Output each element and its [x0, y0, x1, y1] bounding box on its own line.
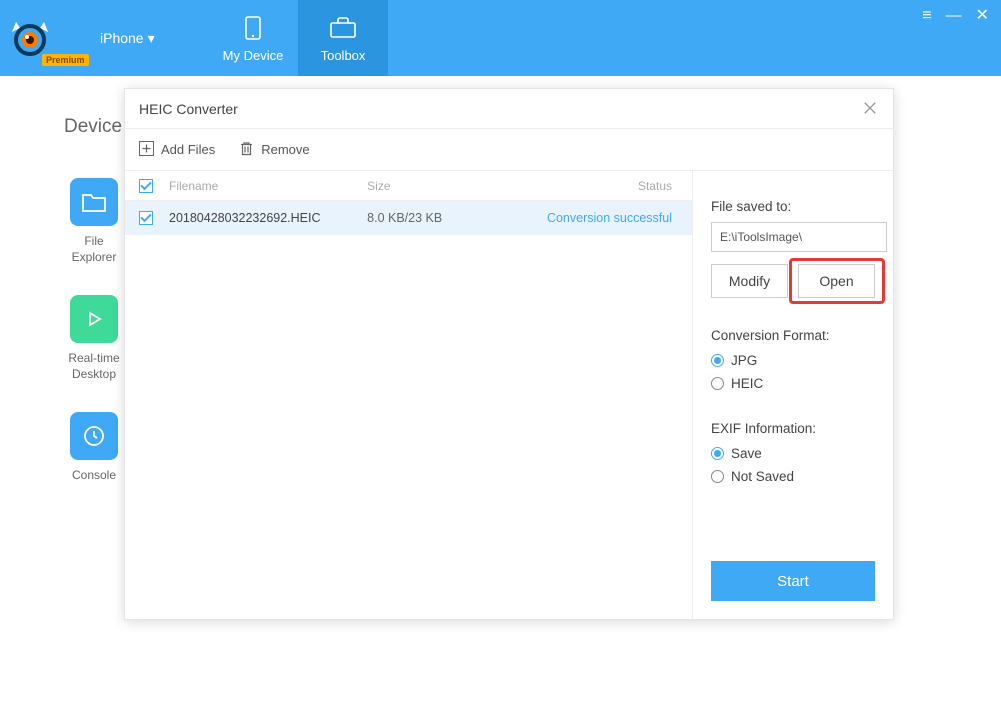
tablet-icon — [238, 14, 268, 42]
dialog-body: Filename Size Status 20180428032232692.H… — [125, 171, 893, 619]
list-header: Filename Size Status — [125, 171, 692, 201]
tool-file-explorer[interactable]: File Explorer — [64, 178, 124, 265]
exif-save-radio[interactable]: Save — [711, 446, 875, 461]
exif-notsaved-radio[interactable]: Not Saved — [711, 469, 875, 484]
radio-icon — [711, 447, 724, 460]
tab-toolbox[interactable]: Toolbox — [298, 0, 388, 76]
tab-label: My Device — [223, 48, 284, 63]
file-list-area: Filename Size Status 20180428032232692.H… — [125, 171, 693, 619]
row-status: Conversion successful — [520, 211, 692, 225]
table-row[interactable]: 20180428032232692.HEIC 8.0 KB/23 KB Conv… — [125, 201, 692, 235]
tool-label: File Explorer — [72, 234, 117, 265]
open-button[interactable]: Open — [798, 264, 875, 298]
dialog-titlebar: HEIC Converter — [125, 89, 893, 129]
button-label: Remove — [261, 142, 309, 157]
format-heic-radio[interactable]: HEIC — [711, 376, 875, 391]
add-files-button[interactable]: Add Files — [139, 141, 215, 159]
premium-badge: Premium — [42, 54, 89, 66]
row-size: 8.0 KB/23 KB — [367, 211, 519, 225]
format-label: Conversion Format: — [711, 328, 875, 343]
select-all-checkbox[interactable] — [139, 179, 153, 193]
logo-area: Premium iPhone ▾ — [0, 0, 208, 76]
start-button[interactable]: Start — [711, 561, 875, 601]
radio-label: Save — [731, 446, 762, 461]
radio-label: Not Saved — [731, 469, 794, 484]
menu-icon[interactable]: ≡ — [922, 8, 931, 24]
dialog-title: HEIC Converter — [139, 101, 863, 117]
settings-panel: File saved to: Modify Open Conversion Fo… — [693, 171, 893, 619]
plus-icon — [139, 141, 154, 159]
tool-realtime-desktop[interactable]: Real-time Desktop — [64, 295, 124, 382]
saved-to-input[interactable] — [711, 222, 887, 252]
radio-label: HEIC — [731, 376, 763, 391]
radio-label: JPG — [731, 353, 757, 368]
trash-icon — [239, 141, 254, 159]
modify-button[interactable]: Modify — [711, 264, 788, 298]
dialog-toolbar: Add Files Remove — [125, 129, 893, 171]
app-logo-icon — [10, 18, 50, 58]
chevron-down-icon: ▾ — [148, 30, 155, 47]
radio-icon — [711, 377, 724, 390]
tool-label: Real-time Desktop — [68, 351, 119, 382]
device-dropdown[interactable]: iPhone ▾ — [100, 30, 155, 47]
toolbox-icon — [328, 14, 358, 42]
clock-icon — [70, 412, 118, 460]
column-size[interactable]: Size — [367, 179, 519, 193]
row-checkbox[interactable] — [139, 211, 153, 225]
column-status[interactable]: Status — [520, 179, 692, 193]
saved-to-label: File saved to: — [711, 199, 875, 214]
window-controls: ≡ — ✕ — [922, 0, 1001, 76]
exif-label: EXIF Information: — [711, 421, 875, 436]
radio-icon — [711, 354, 724, 367]
app-header: Premium iPhone ▾ My Device Toolbox ≡ — ✕ — [0, 0, 1001, 76]
folder-icon — [70, 178, 118, 226]
tab-label: Toolbox — [321, 48, 366, 63]
close-icon[interactable]: ✕ — [976, 8, 989, 24]
tab-my-device[interactable]: My Device — [208, 0, 298, 76]
heic-converter-dialog: HEIC Converter Add Files Remove Filename… — [124, 88, 894, 620]
row-filename: 20180428032232692.HEIC — [169, 211, 367, 225]
radio-icon — [711, 470, 724, 483]
remove-button[interactable]: Remove — [239, 141, 309, 159]
format-jpg-radio[interactable]: JPG — [711, 353, 875, 368]
play-icon — [70, 295, 118, 343]
tool-console[interactable]: Console — [64, 412, 124, 484]
minimize-icon[interactable]: — — [946, 8, 962, 24]
tool-label: Console — [72, 468, 116, 484]
device-label: iPhone — [100, 30, 144, 46]
button-label: Add Files — [161, 142, 215, 157]
column-filename[interactable]: Filename — [169, 179, 367, 193]
close-icon[interactable] — [863, 101, 879, 117]
